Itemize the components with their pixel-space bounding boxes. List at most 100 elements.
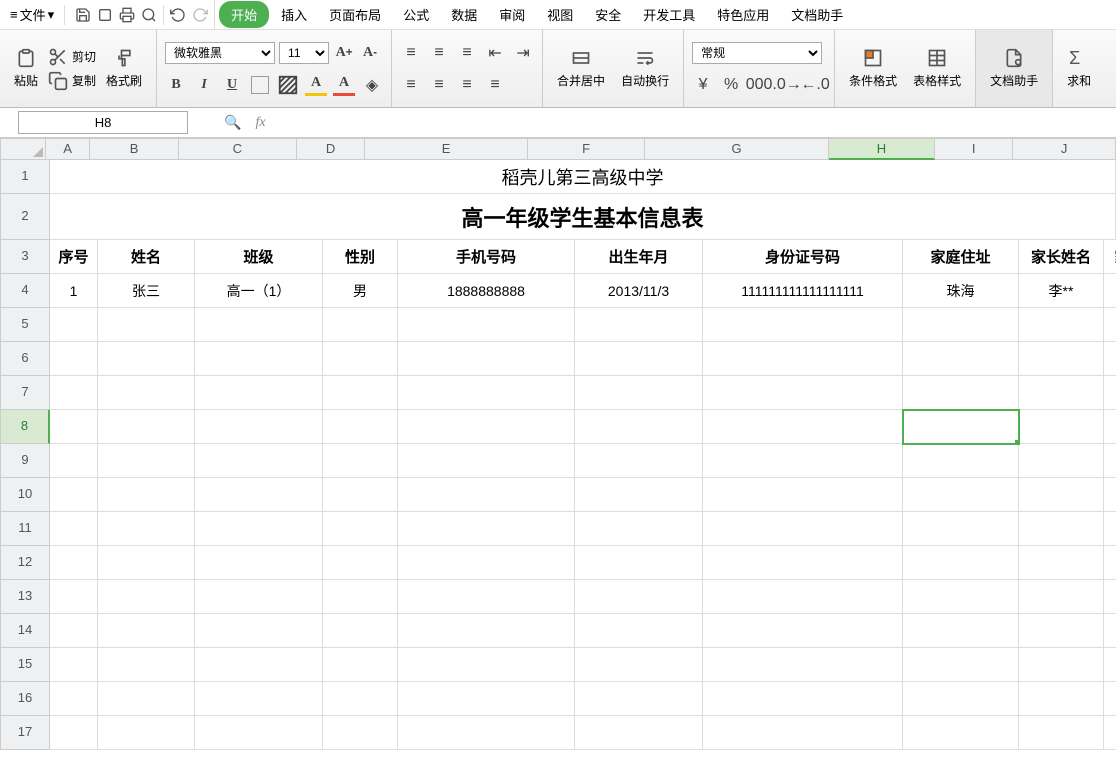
cell[interactable]: 李** [1019, 274, 1104, 308]
cell[interactable] [1104, 614, 1116, 648]
cell[interactable] [575, 444, 703, 478]
cell[interactable] [195, 376, 323, 410]
font-color-button[interactable]: A [333, 74, 355, 96]
tab-data[interactable]: 数据 [441, 1, 487, 28]
cell[interactable] [398, 682, 575, 716]
cell[interactable] [50, 376, 98, 410]
col-header[interactable]: F [528, 138, 645, 160]
cell[interactable] [50, 308, 98, 342]
fx-icon[interactable]: fx [255, 115, 265, 131]
cell[interactable] [1019, 478, 1104, 512]
col-header[interactable]: J [1013, 138, 1116, 160]
cell[interactable] [575, 308, 703, 342]
cell[interactable] [323, 478, 398, 512]
sum-button[interactable]: Σ 求和 [1061, 44, 1097, 93]
cell[interactable] [323, 308, 398, 342]
cell[interactable] [195, 308, 323, 342]
cell[interactable] [903, 648, 1019, 682]
cell[interactable] [575, 342, 703, 376]
cell[interactable] [1104, 478, 1116, 512]
col-header[interactable]: B [90, 138, 179, 160]
cell[interactable] [398, 308, 575, 342]
cell[interactable] [903, 546, 1019, 580]
name-box[interactable] [18, 111, 188, 134]
cell[interactable] [1104, 682, 1116, 716]
cell[interactable] [703, 410, 903, 444]
cell[interactable] [98, 444, 195, 478]
cell-selected[interactable] [903, 410, 1019, 444]
cell[interactable] [323, 716, 398, 750]
cell[interactable] [903, 716, 1019, 750]
cell[interactable] [323, 546, 398, 580]
cell[interactable] [575, 546, 703, 580]
cell[interactable] [575, 682, 703, 716]
cell[interactable] [1019, 648, 1104, 682]
cell[interactable] [195, 580, 323, 614]
cell[interactable] [703, 308, 903, 342]
tab-devtools[interactable]: 开发工具 [633, 1, 705, 28]
row-header[interactable]: 9 [0, 444, 50, 478]
cell[interactable] [323, 512, 398, 546]
row-header[interactable]: 12 [0, 546, 50, 580]
increase-font-icon[interactable]: A+ [333, 42, 355, 64]
col-header[interactable]: A [46, 138, 90, 160]
border-button[interactable] [249, 74, 271, 96]
cell[interactable] [98, 580, 195, 614]
cell[interactable] [575, 648, 703, 682]
align-left-icon[interactable]: ≡ [400, 74, 422, 96]
cell[interactable] [703, 716, 903, 750]
table-header[interactable]: 出生年月 [575, 240, 703, 274]
cell[interactable] [703, 342, 903, 376]
row-header[interactable]: 17 [0, 716, 50, 750]
cell[interactable]: 1 [50, 274, 98, 308]
cell[interactable] [1104, 512, 1116, 546]
row-header[interactable]: 16 [0, 682, 50, 716]
row-header[interactable]: 7 [0, 376, 50, 410]
cut-button[interactable]: 剪切 [48, 47, 96, 67]
cell[interactable] [903, 444, 1019, 478]
cell[interactable]: 2013/11/3 [575, 274, 703, 308]
tab-page-layout[interactable]: 页面布局 [319, 1, 391, 28]
cell[interactable] [903, 512, 1019, 546]
indent-increase-icon[interactable]: ⇥ [512, 42, 534, 64]
cell[interactable] [98, 376, 195, 410]
cell[interactable] [195, 614, 323, 648]
cell[interactable] [50, 716, 98, 750]
cell[interactable] [398, 546, 575, 580]
cell[interactable] [1104, 376, 1116, 410]
cell[interactable] [1104, 444, 1116, 478]
col-header[interactable]: H [829, 138, 935, 160]
cell[interactable] [903, 580, 1019, 614]
align-middle-icon[interactable]: ≡ [428, 42, 450, 64]
cell[interactable] [323, 682, 398, 716]
row-header[interactable]: 14 [0, 614, 50, 648]
currency-icon[interactable]: ¥ [692, 74, 714, 96]
cell[interactable] [195, 342, 323, 376]
cell[interactable] [398, 614, 575, 648]
col-header[interactable]: D [297, 138, 366, 160]
cell[interactable] [1104, 308, 1116, 342]
cell[interactable] [703, 478, 903, 512]
tab-special[interactable]: 特色应用 [707, 1, 779, 28]
search-icon[interactable]: 🔍 [224, 114, 241, 131]
format-painter-button[interactable]: 格式刷 [100, 44, 148, 93]
cell[interactable] [1104, 580, 1116, 614]
cell[interactable] [1104, 342, 1116, 376]
table-header[interactable]: 家长姓名 [1019, 240, 1104, 274]
tab-insert[interactable]: 插入 [271, 1, 317, 28]
cell[interactable] [398, 410, 575, 444]
doc-helper-button[interactable]: 文档助手 [984, 44, 1044, 93]
cell[interactable] [50, 682, 98, 716]
cell[interactable] [398, 716, 575, 750]
cell[interactable] [98, 716, 195, 750]
cell[interactable] [1019, 682, 1104, 716]
table-header[interactable]: 姓名 [98, 240, 195, 274]
cell[interactable] [195, 682, 323, 716]
sheet-title-1[interactable]: 稻壳儿第三高级中学 [50, 160, 1116, 194]
cell[interactable]: 17999999999 [1104, 274, 1116, 308]
fill-color-button[interactable]: A [305, 74, 327, 96]
cell[interactable] [575, 512, 703, 546]
cell[interactable] [323, 444, 398, 478]
row-header[interactable]: 2 [0, 194, 50, 240]
cell[interactable] [575, 410, 703, 444]
